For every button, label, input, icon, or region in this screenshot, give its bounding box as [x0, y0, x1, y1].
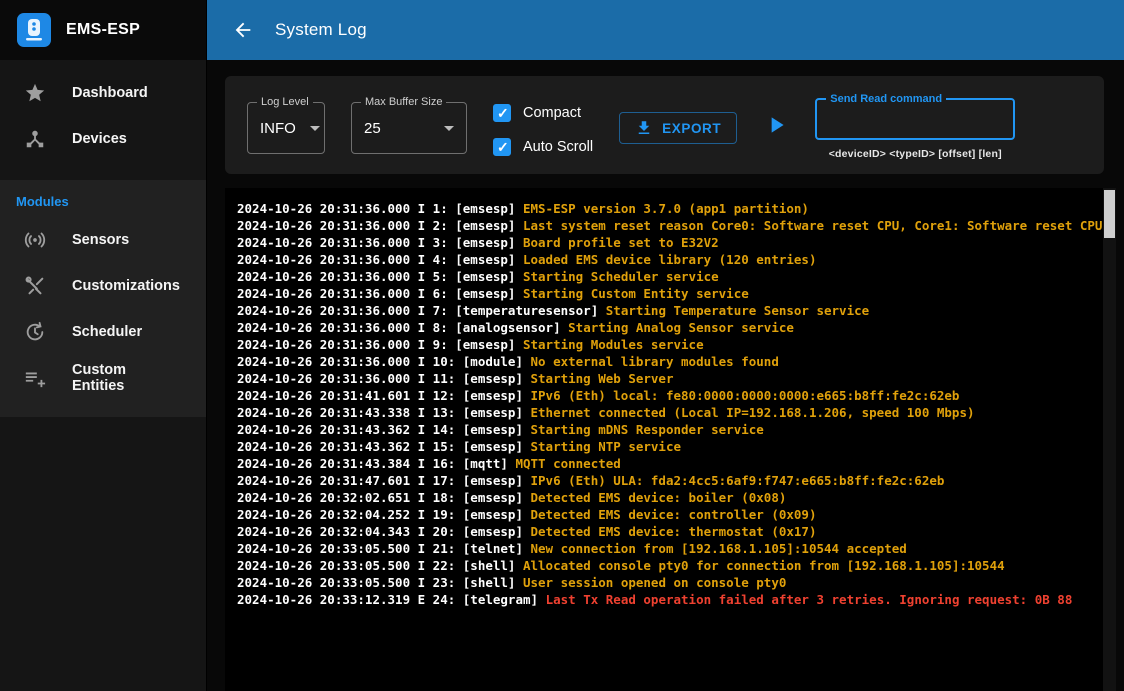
- log-line: 2024-10-26 20:33:05.500 I 22: [shell] Al…: [237, 557, 1100, 574]
- log-console: 2024-10-26 20:31:36.000 I 1: [emsesp] EM…: [225, 188, 1116, 691]
- log-line: 2024-10-26 20:31:36.000 I 5: [emsesp] St…: [237, 268, 1100, 285]
- sidebar-item-dashboard[interactable]: Dashboard: [0, 70, 206, 116]
- log-level-label: Log Level: [257, 96, 313, 109]
- sidebar-item-customizations[interactable]: Customizations: [0, 263, 206, 309]
- log-line: 2024-10-26 20:31:36.000 I 3: [emsesp] Bo…: [237, 234, 1100, 251]
- log-line: 2024-10-26 20:31:36.000 I 2: [emsesp] La…: [237, 217, 1100, 234]
- send-read-input[interactable]: [829, 111, 1001, 127]
- play-icon[interactable]: [763, 112, 789, 138]
- compact-checkbox-row[interactable]: Compact: [493, 104, 593, 122]
- tools-icon: [24, 275, 46, 297]
- device-hub-icon: [24, 128, 46, 150]
- sidebar-item-label: Customizations: [72, 278, 180, 294]
- log-line: 2024-10-26 20:31:36.000 I 4: [emsesp] Lo…: [237, 251, 1100, 268]
- chevron-down-icon: [310, 126, 320, 131]
- log-line: 2024-10-26 20:31:36.000 I 1: [emsesp] EM…: [237, 200, 1100, 217]
- log-level-select[interactable]: Log Level INFO: [247, 102, 325, 154]
- log-line: 2024-10-26 20:32:04.252 I 19: [emsesp] D…: [237, 506, 1100, 523]
- sensors-icon: [24, 229, 46, 251]
- content-area: System Log Log Level INFO Max Buffer Siz…: [207, 0, 1124, 691]
- page-title: System Log: [275, 20, 367, 40]
- sidebar-item-label: Custom Entities: [72, 362, 182, 394]
- sidebar-item-label: Scheduler: [72, 324, 142, 340]
- scrollbar-thumb[interactable]: [1104, 190, 1115, 238]
- log-line: 2024-10-26 20:31:36.000 I 10: [module] N…: [237, 353, 1100, 370]
- log-line: 2024-10-26 20:31:36.000 I 6: [emsesp] St…: [237, 285, 1100, 302]
- sidebar-item-label: Dashboard: [72, 85, 148, 101]
- log-line: 2024-10-26 20:31:36.000 I 9: [emsesp] St…: [237, 336, 1100, 353]
- app-title: EMS-ESP: [66, 21, 140, 39]
- max-buffer-value: 25: [364, 120, 381, 137]
- log-console-wrap: 2024-10-26 20:31:36.000 I 1: [emsesp] EM…: [225, 188, 1116, 691]
- max-buffer-label: Max Buffer Size: [361, 96, 446, 109]
- compact-label: Compact: [523, 105, 581, 121]
- main: Log Level INFO Max Buffer Size 25 Compac…: [207, 60, 1124, 691]
- sidebar-item-scheduler[interactable]: Scheduler: [0, 309, 206, 355]
- download-icon: [635, 119, 653, 137]
- export-label: EXPORT: [662, 121, 721, 136]
- log-line: 2024-10-26 20:33:12.319 E 24: [telegram]…: [237, 591, 1100, 608]
- send-read-label: Send Read command: [826, 93, 946, 106]
- auto-scroll-checkbox[interactable]: [493, 138, 511, 156]
- sidebar-item-label: Devices: [72, 131, 127, 147]
- modules-section-label: Modules: [0, 180, 206, 217]
- send-read-helper: <deviceID> <typeID> [offset] [len]: [815, 148, 1015, 160]
- log-line: 2024-10-26 20:31:41.601 I 12: [emsesp] I…: [237, 387, 1100, 404]
- sidebar-item-custom-entities[interactable]: Custom Entities: [0, 355, 206, 401]
- send-read-field[interactable]: Send Read command: [815, 98, 1015, 140]
- log-toolbar: Log Level INFO Max Buffer Size 25 Compac…: [225, 76, 1104, 174]
- checkbox-group: Compact Auto Scroll: [493, 96, 593, 156]
- send-read-group: Send Read command <deviceID> <typeID> [o…: [815, 98, 1015, 160]
- max-buffer-select[interactable]: Max Buffer Size 25: [351, 102, 467, 154]
- app-root: EMS-ESP Dashboard Devices Modules: [0, 0, 1124, 691]
- arrow-back-icon: [232, 19, 254, 41]
- sidebar-item-sensors[interactable]: Sensors: [0, 217, 206, 263]
- auto-scroll-checkbox-row[interactable]: Auto Scroll: [493, 138, 593, 156]
- sidebar: EMS-ESP Dashboard Devices Modules: [0, 0, 207, 691]
- log-line: 2024-10-26 20:33:05.500 I 21: [telnet] N…: [237, 540, 1100, 557]
- app-logo-icon: [16, 12, 52, 48]
- log-line: 2024-10-26 20:31:43.362 I 14: [emsesp] S…: [237, 421, 1100, 438]
- app-bar: System Log: [207, 0, 1124, 60]
- log-line: 2024-10-26 20:33:05.500 I 23: [shell] Us…: [237, 574, 1100, 591]
- log-line: 2024-10-26 20:31:47.601 I 17: [emsesp] I…: [237, 472, 1100, 489]
- log-line: 2024-10-26 20:31:43.338 I 13: [emsesp] E…: [237, 404, 1100, 421]
- sidebar-item-label: Sensors: [72, 232, 129, 248]
- sidebar-modules-section: Modules Sensors Customizations: [0, 180, 206, 417]
- playlist-add-icon: [24, 367, 46, 389]
- sidebar-item-devices[interactable]: Devices: [0, 116, 206, 162]
- log-level-value: INFO: [260, 120, 296, 137]
- log-scrollbar[interactable]: [1103, 188, 1116, 691]
- chevron-down-icon: [444, 126, 454, 131]
- schedule-icon: [24, 321, 46, 343]
- star-icon: [24, 82, 46, 104]
- app-brand: EMS-ESP: [0, 0, 206, 60]
- log-line: 2024-10-26 20:32:04.343 I 20: [emsesp] D…: [237, 523, 1100, 540]
- log-line: 2024-10-26 20:32:02.651 I 18: [emsesp] D…: [237, 489, 1100, 506]
- compact-checkbox[interactable]: [493, 104, 511, 122]
- back-button[interactable]: [223, 10, 263, 50]
- log-line: 2024-10-26 20:31:36.000 I 11: [emsesp] S…: [237, 370, 1100, 387]
- log-line: 2024-10-26 20:31:36.000 I 8: [analogsens…: [237, 319, 1100, 336]
- log-line: 2024-10-26 20:31:36.000 I 7: [temperatur…: [237, 302, 1100, 319]
- sidebar-nav: Dashboard Devices Modules Sensors: [0, 60, 206, 417]
- export-button[interactable]: EXPORT: [619, 112, 737, 144]
- log-line: 2024-10-26 20:31:43.384 I 16: [mqtt] MQT…: [237, 455, 1100, 472]
- auto-scroll-label: Auto Scroll: [523, 139, 593, 155]
- log-line: 2024-10-26 20:31:43.362 I 15: [emsesp] S…: [237, 438, 1100, 455]
